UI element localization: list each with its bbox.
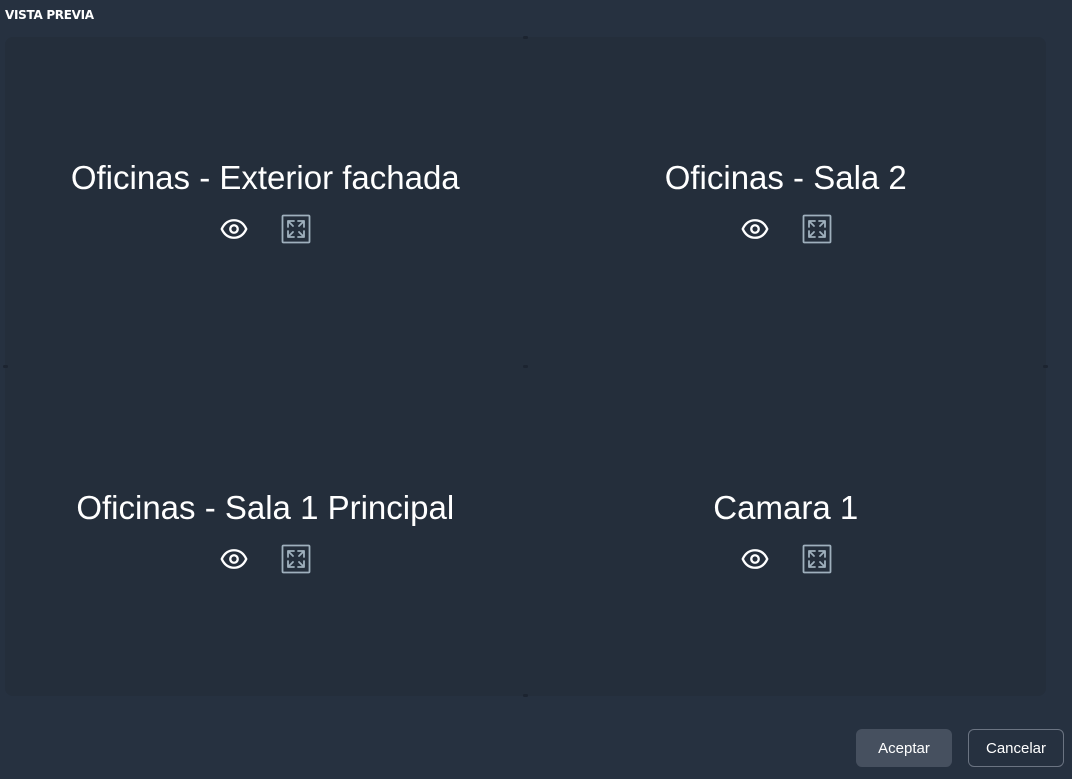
camera-cell: Oficinas - Exterior fachada	[5, 37, 526, 367]
eye-icon[interactable]	[218, 213, 250, 245]
eye-icon[interactable]	[218, 543, 250, 575]
camera-cell: Camara 1	[526, 367, 1047, 697]
grid-divider-marker	[3, 365, 8, 368]
grid-divider-marker	[523, 365, 528, 368]
camera-title: Oficinas - Sala 2	[664, 159, 907, 196]
camera-title: Oficinas - Exterior fachada	[70, 159, 460, 196]
eye-icon[interactable]	[739, 543, 771, 575]
expand-icon[interactable]	[280, 543, 312, 575]
preview-dialog: VISTA PREVIA Oficinas - Exterior fachada	[0, 0, 1072, 779]
cancel-button[interactable]: Cancelar	[968, 729, 1064, 767]
expand-icon[interactable]	[801, 213, 833, 245]
accept-button[interactable]: Aceptar	[856, 729, 952, 767]
expand-icon[interactable]	[280, 213, 312, 245]
eye-icon[interactable]	[739, 213, 771, 245]
camera-cell: Oficinas - Sala 2	[526, 37, 1047, 367]
grid-divider-marker	[1043, 365, 1048, 368]
section-title: VISTA PREVIA	[5, 8, 94, 22]
grid-divider-marker	[523, 694, 528, 697]
camera-title: Oficinas - Sala 1 Principal	[76, 488, 455, 526]
camera-title: Camara 1	[713, 488, 859, 526]
expand-icon[interactable]	[801, 543, 833, 575]
grid-divider-marker	[523, 36, 528, 39]
camera-cell: Oficinas - Sala 1 Principal	[5, 367, 526, 697]
